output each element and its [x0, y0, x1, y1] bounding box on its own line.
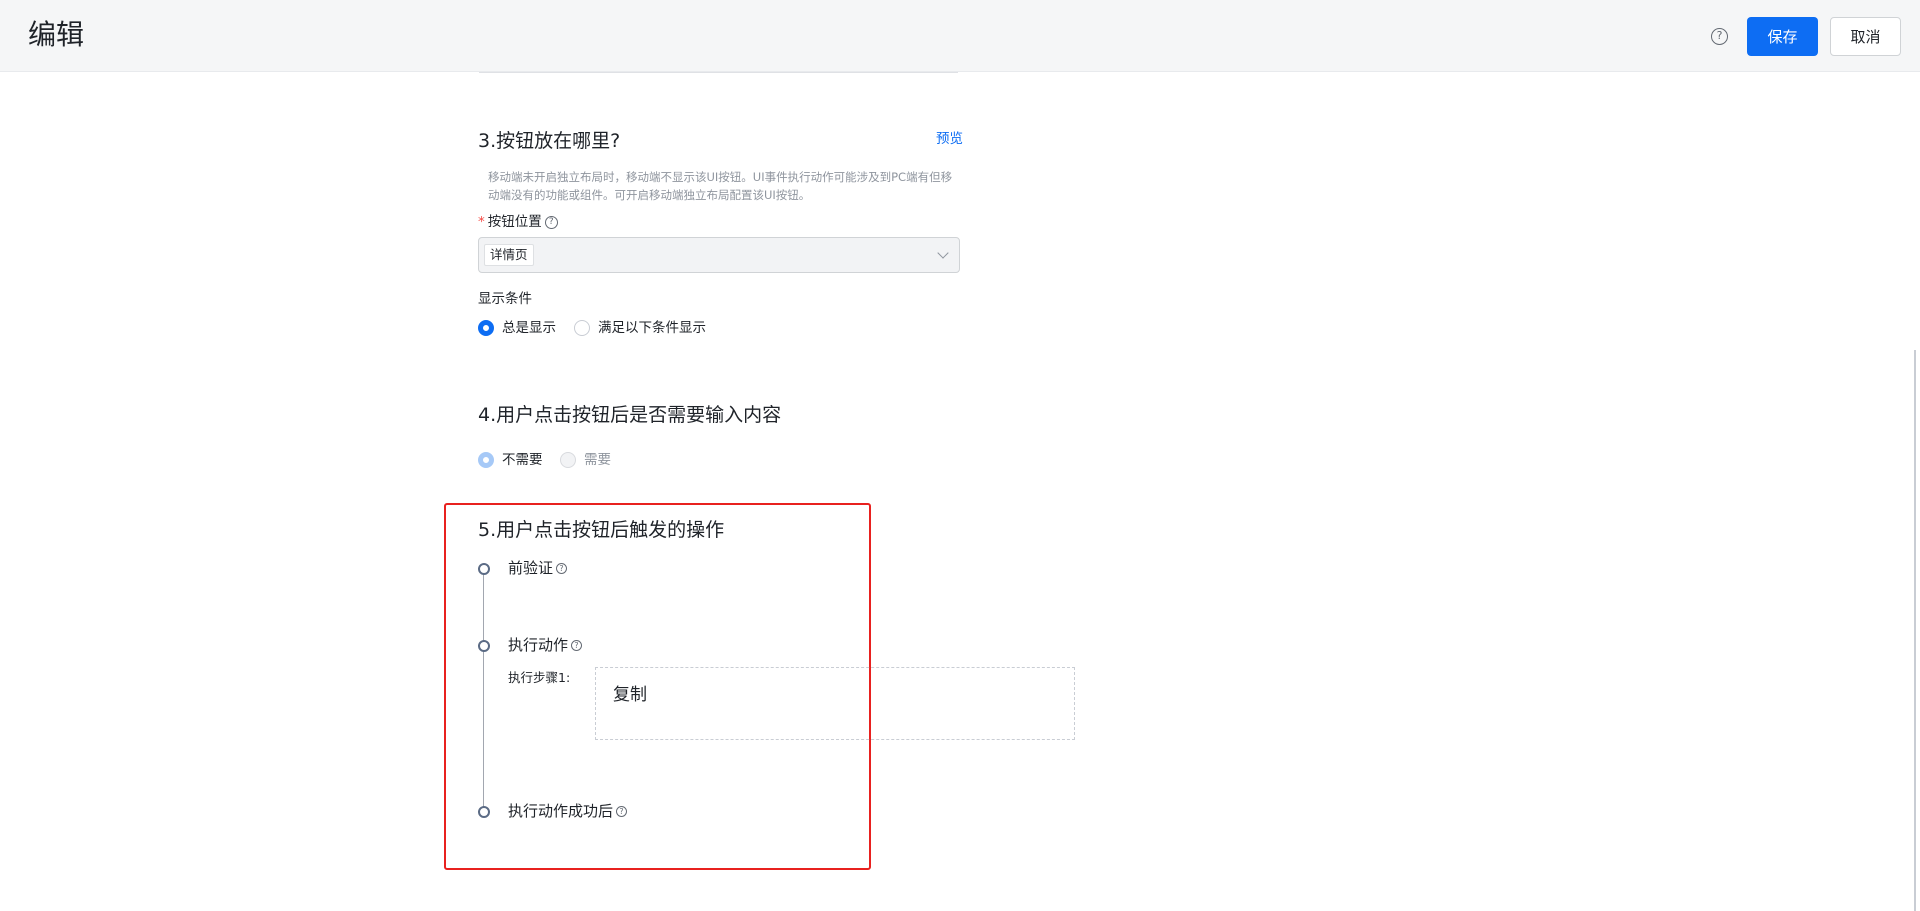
step-execute-action: 执行动作? — [508, 635, 583, 656]
timeline-dot — [478, 806, 490, 818]
help-icon[interactable]: ? — [1711, 28, 1728, 45]
step-after-success: 执行动作成功后? — [508, 801, 628, 822]
question-icon[interactable]: ? — [556, 563, 568, 574]
section3-description: 移动端未开启独立布局时，移动端不显示该UI按钮。UI事件执行动作可能涉及到PC端… — [488, 170, 953, 202]
page-title: 编辑 — [28, 18, 85, 51]
step-pre-validation-label: 前验证 — [508, 559, 554, 577]
radio-always-show[interactable] — [478, 320, 494, 336]
radio-not-needed-label: 不需要 — [502, 452, 543, 468]
preview-link[interactable]: 预览 — [936, 127, 963, 147]
question-icon[interactable]: ? — [544, 215, 558, 229]
radio-always-show-label: 总是显示 — [502, 320, 556, 336]
radio-conditional-show[interactable] — [574, 320, 590, 336]
position-label: 按钮位置 — [487, 214, 542, 230]
section5-title: 5.用户点击按钮后触发的操作 — [478, 519, 725, 541]
save-button[interactable]: 保存 — [1747, 17, 1818, 56]
radio-conditional-show-label: 满足以下条件显示 — [598, 320, 706, 336]
section4-title: 4.用户点击按钮后是否需要输入内容 — [478, 404, 782, 426]
radio-needed-label: 需要 — [584, 452, 611, 468]
section3-title: 3.按钮放在哪里? — [478, 130, 621, 152]
execute-step-label: 执行步骤1: — [508, 670, 571, 685]
timeline-dot — [478, 563, 490, 575]
scrollbar-thumb[interactable] — [1914, 350, 1916, 911]
position-select[interactable]: 详情页 — [478, 237, 960, 273]
radio-not-needed[interactable] — [478, 452, 494, 468]
timeline-dot — [478, 640, 490, 652]
divider — [479, 72, 958, 73]
timeline-line — [483, 574, 484, 813]
position-label-row: * 按钮位置? — [478, 212, 558, 232]
required-mark: * — [478, 214, 485, 230]
step-pre-validation: 前验证? — [508, 558, 568, 579]
execute-step-card[interactable]: 复制 — [595, 667, 1075, 740]
question-icon[interactable]: ? — [616, 806, 628, 817]
cancel-button[interactable]: 取消 — [1830, 17, 1901, 56]
step-execute-action-label: 执行动作 — [508, 636, 569, 654]
display-condition-label: 显示条件 — [478, 291, 532, 307]
selected-tag: 详情页 — [484, 244, 534, 266]
action-copy: 复制 — [613, 685, 647, 705]
radio-needed — [560, 452, 576, 468]
chevron-down-icon — [937, 247, 949, 259]
question-icon[interactable]: ? — [571, 640, 583, 651]
step-after-success-label: 执行动作成功后 — [508, 802, 614, 820]
header-bar: 编辑 ? 保存 取消 — [0, 0, 1920, 72]
